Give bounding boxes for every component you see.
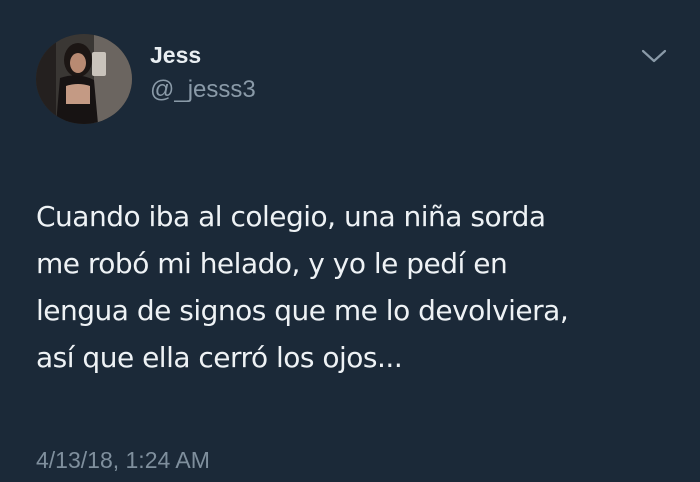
avatar-photo — [36, 34, 132, 124]
tweet-card: Jess @_jesss3 Cuando iba al colegio, una… — [0, 0, 700, 482]
tweet-text-line: me robó mi helado, y yo le pedí en — [36, 247, 508, 280]
user-handle[interactable]: @_jesss3 — [150, 76, 256, 104]
tweet-text: Cuando iba al colegio, una niña sorda me… — [36, 193, 686, 381]
tweet-text-line: así que ella cerró los ojos... — [36, 341, 403, 374]
chevron-down-icon[interactable] — [639, 45, 669, 67]
display-name[interactable]: Jess — [150, 41, 201, 69]
tweet-timestamp[interactable]: 4/13/18, 1:24 AM — [36, 446, 210, 474]
tweet-text-line: Cuando iba al colegio, una niña sorda — [36, 200, 546, 233]
user-avatar[interactable] — [36, 34, 132, 124]
tweet-text-line: lengua de signos que me lo devolviera, — [36, 294, 569, 327]
